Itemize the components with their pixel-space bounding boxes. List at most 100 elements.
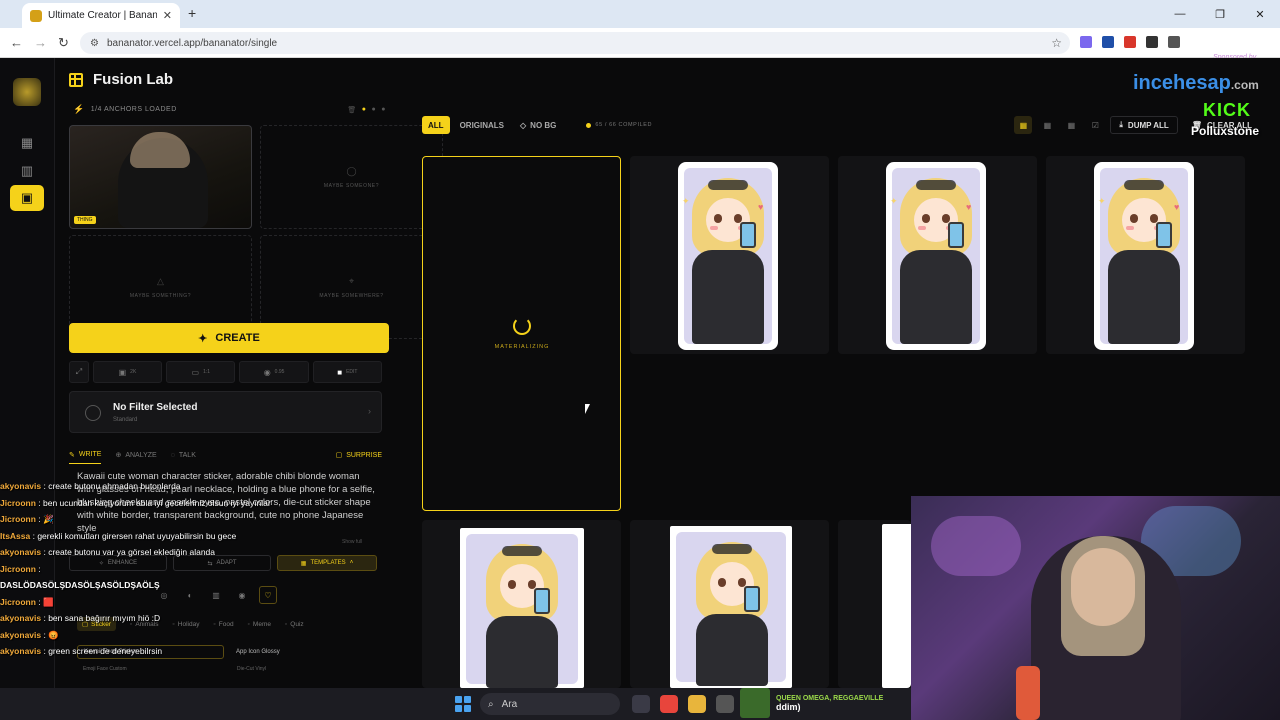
filter-label: NO BG <box>530 120 557 130</box>
filter-selector[interactable]: No Filter Selected Standard › <box>69 391 382 433</box>
resolution-option[interactable]: ▣ 2K <box>92 361 163 383</box>
folder-icon[interactable] <box>688 695 706 713</box>
music-notification: QUEEN OMEGA, REGGAEVILLE ddim) <box>740 686 900 720</box>
chevron-right-icon: › <box>368 406 371 416</box>
grid-large-icon[interactable]: ▦ <box>1014 116 1033 134</box>
anchor-slot-2[interactable]: ◯ MAYBE SOMEONE? <box>260 125 443 229</box>
chat-message: akyonavis : create butonu var ya görsel … <box>0 546 300 559</box>
palette-icon <box>85 405 101 421</box>
chat-user: akyonavis <box>0 547 42 557</box>
select-icon[interactable]: ☑ <box>1086 116 1104 134</box>
minimize-button[interactable]: — <box>1160 8 1200 20</box>
aspect-option[interactable]: ▭ 1:1 <box>166 361 236 383</box>
new-tab-button[interactable]: + <box>188 5 196 21</box>
url-field[interactable]: ⚙ bananator.vercel.app/bananator/single … <box>80 32 1070 54</box>
gallery-toolbar: ALL ORIGINALS ◇ NO BG 65 / 66 COMPILED ▦ … <box>422 115 1260 135</box>
anchor-label: MAYBE SOMEWHERE? <box>319 292 384 299</box>
anchor-tag: THING <box>74 216 96 224</box>
pager-dot[interactable]: ● <box>362 106 367 114</box>
grid-icon[interactable]: ▦ <box>10 130 44 156</box>
tab-analyze[interactable]: ⊕ ANALYZE <box>115 446 156 464</box>
template-item[interactable]: Die-Cut Vinyl <box>231 666 266 672</box>
puzzle-icon[interactable] <box>1168 36 1180 48</box>
result-card[interactable] <box>838 520 911 688</box>
surprise-label: SURPRISE <box>346 451 382 459</box>
site-info-icon[interactable]: ⚙ <box>90 38 99 49</box>
strength-option[interactable]: ◉ 0.95 <box>239 361 309 383</box>
tab-talk[interactable]: ◌ TALK <box>171 446 196 464</box>
extension-icon[interactable] <box>1146 36 1158 48</box>
windows-start-icon[interactable] <box>455 696 471 712</box>
anchors-status-text: 1/4 ANCHORS LOADED <box>90 106 177 113</box>
extension-icon[interactable] <box>1080 36 1092 48</box>
heart-icon: ♥ <box>1174 202 1180 212</box>
create-button[interactable]: ✦ CREATE <box>69 323 389 353</box>
sticker-image: ♥ ✦ <box>678 162 778 350</box>
edit-option[interactable]: ■ EDIT <box>312 361 382 383</box>
mouse-cursor-icon <box>585 404 590 414</box>
app-icon[interactable] <box>716 695 734 713</box>
heart-icon: ♥ <box>758 202 764 212</box>
pager-dot[interactable]: ● <box>381 106 386 114</box>
back-icon[interactable]: ← <box>10 35 23 50</box>
close-window-button[interactable]: ✕ <box>1240 8 1280 21</box>
album-art <box>740 688 770 718</box>
panel-header: Fusion Lab <box>69 71 173 88</box>
chat-message: DASLÖDASÖLŞDASÖLŞASÖLDŞAÖLŞ <box>0 579 300 592</box>
window-controls: — ❐ ✕ <box>1160 0 1280 28</box>
edit-label: EDIT <box>346 369 358 375</box>
extension-icon[interactable] <box>1124 36 1136 48</box>
pager-dot[interactable]: ● <box>372 106 377 114</box>
chat-message: akyonavis : green screen de deneyebilrsi… <box>0 645 300 658</box>
filter-no-bg[interactable]: ◇ NO BG <box>514 116 562 134</box>
template-list-more: Emoji Face Custom Die-Cut Vinyl <box>77 666 377 672</box>
aspect-icon: ▭ <box>191 367 200 377</box>
browser-tab[interactable]: Ultimate Creator | Bananator ✕ <box>22 3 180 28</box>
library-icon[interactable]: ▥ <box>10 158 44 184</box>
surprise-button[interactable]: ▢ SURPRISE <box>336 451 382 460</box>
bookmark-star-icon[interactable]: ☆ <box>1051 36 1062 50</box>
anchor-photo-detail <box>130 132 190 168</box>
sparkle-icon: ✦ <box>198 332 208 345</box>
chevron-up-icon: ˄ <box>349 560 354 566</box>
sparkle-icon: ✦ <box>1098 196 1106 206</box>
tab-label: TALK <box>178 451 196 459</box>
chat-text: : ben ucundan kaçıyorum abla iyi geceler… <box>35 497 271 508</box>
chat-message: ItsAssa : gerekli komutları girersen rah… <box>0 530 300 543</box>
page-title: Fusion Lab <box>93 71 173 88</box>
loading-card: MATERIALIZING <box>422 156 621 511</box>
reload-icon[interactable]: ↻ <box>58 35 69 51</box>
grid-small-icon[interactable]: ▦ <box>1062 116 1080 134</box>
tab-write[interactable]: ✎ WRITE <box>69 446 102 464</box>
dump-all-button[interactable]: ⤓ DUMP ALL <box>1110 116 1178 134</box>
forward-icon[interactable]: → <box>34 35 47 50</box>
filter-originals[interactable]: ORIGINALS <box>454 116 510 134</box>
taskview-icon[interactable] <box>632 695 650 713</box>
image-edit-icon[interactable]: ▣ <box>10 185 44 211</box>
anchor-pager: 🗑 ● ● ● <box>347 106 386 114</box>
grid-medium-icon[interactable]: ▦ <box>1038 116 1056 134</box>
taskbar-apps <box>632 695 734 713</box>
template-item[interactable]: Emoji Face Custom <box>77 666 225 672</box>
analyze-icon: ⊕ <box>115 452 122 459</box>
trash-icon[interactable]: 🗑 <box>347 106 356 114</box>
maximize-button[interactable]: ❐ <box>1200 8 1240 21</box>
show-full-link[interactable]: Show full <box>342 539 362 545</box>
result-card[interactable] <box>422 520 621 688</box>
result-card[interactable] <box>630 520 829 688</box>
expand-option[interactable]: ⤢ <box>69 361 89 383</box>
aspect-label: 1:1 <box>203 369 211 375</box>
filter-all[interactable]: ALL <box>422 116 450 134</box>
extension-icon[interactable] <box>1102 36 1114 48</box>
app-logo[interactable] <box>13 78 41 106</box>
result-card[interactable]: ♥ ✦ <box>630 156 829 354</box>
close-tab-icon[interactable]: ✕ <box>163 9 172 22</box>
anchor-slot-1[interactable]: THING <box>69 125 252 229</box>
sparkle-icon: ✦ <box>682 196 690 206</box>
triangle-icon: △ <box>157 275 164 286</box>
chrome-icon[interactable] <box>660 695 678 713</box>
result-card[interactable]: ♥ ✦ <box>838 156 1037 354</box>
banana-favicon-icon <box>30 9 42 22</box>
result-card[interactable]: ♥ ✦ <box>1046 156 1245 354</box>
taskbar-search[interactable]: ⌕ Ara <box>480 693 620 715</box>
